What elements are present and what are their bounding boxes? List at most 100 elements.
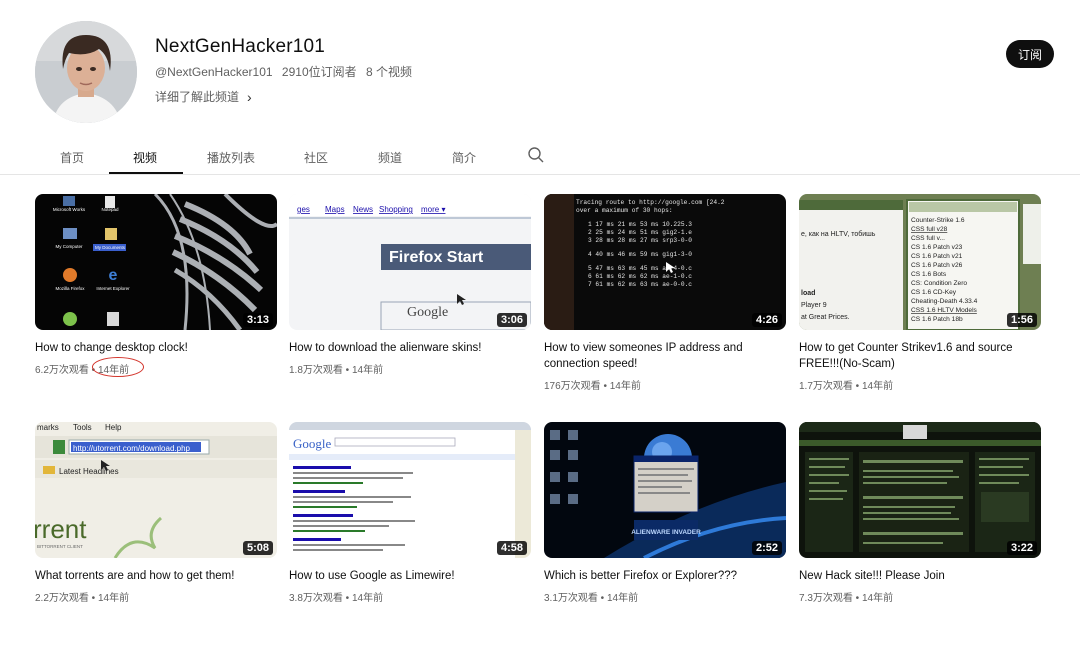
thumbnail-logo: Google	[293, 436, 332, 451]
thumbnail-text: e, как на HLTV, тобишь	[801, 230, 876, 238]
upload-age: 14年前	[609, 381, 641, 392]
upload-age-circled: 14年前	[91, 357, 145, 377]
desktop-icon-label: Notepad	[101, 207, 119, 212]
tab-playlists[interactable]: 播放列表	[207, 149, 255, 166]
browser-link: Maps	[325, 205, 345, 214]
channel-handle: @NextGenHacker101	[155, 65, 273, 79]
list-item: CSS full v28	[911, 226, 948, 233]
tab-home[interactable]: 首页	[60, 149, 84, 166]
video-thumbnail[interactable]: e, как на HLTV, тобишь load Player 9 at …	[799, 194, 1041, 330]
video-title[interactable]: What torrents are and how to get them!	[35, 568, 277, 584]
channel-header: NextGenHacker101 @NextGenHacker101 2910位…	[0, 0, 1080, 140]
view-count: 3.8万次观看	[289, 593, 343, 604]
video-duration: 4:58	[496, 541, 527, 555]
video-meta: 1.8万次观看 • 14年前	[289, 365, 384, 376]
upload-age: 14年前	[861, 593, 894, 604]
video-duration: 5:08	[242, 541, 273, 555]
browser-link: News	[353, 205, 373, 214]
video-title[interactable]: How to change desktop clock!	[35, 340, 277, 356]
view-count: 1.8万次观看	[289, 365, 343, 376]
view-count: 176万次观看	[544, 381, 601, 392]
toolbar-text: Latest Headlines	[59, 467, 119, 476]
list-item: CSS full v...	[911, 235, 945, 242]
thumbnail-logo: Google	[407, 305, 448, 320]
list-item: Cheating-Death 4.33.4	[911, 298, 978, 305]
about-label: 详细了解此频道	[155, 90, 240, 104]
tab-community[interactable]: 社区	[304, 149, 328, 166]
terminal-line: 4 40 ms 46 ms 59 ms gig1-3-0	[588, 251, 692, 258]
list-item: CSS 1.6 HLTV Models	[911, 307, 978, 314]
list-item: CS 1.6 Patch v26	[911, 262, 963, 269]
view-count: 3.1万次观看	[544, 593, 598, 604]
thumbnail-tagline: BITTORRENT CLIENT	[37, 544, 83, 549]
terminal-line: 1 17 ms 21 ms 53 ms 10.225.3	[588, 221, 692, 228]
browser-link: ges	[297, 205, 310, 214]
browser-link: more ▾	[421, 205, 445, 214]
list-item: Counter-Strike 1.6	[911, 217, 965, 224]
video-thumbnail[interactable]: Google 4:58	[289, 422, 531, 558]
view-count: 2.2万次观看	[35, 593, 89, 604]
video-meta: 6.2万次观看 • 14年前	[35, 357, 145, 377]
terminal-line: Tracing route to http://google.com [24.2	[576, 199, 725, 206]
video-thumbnail[interactable]: 3:22	[799, 422, 1041, 558]
terminal-line: 3 28 ms 28 ms 27 ms srp3-0-0	[588, 237, 692, 244]
video-meta: 7.3万次观看 • 14年前	[799, 593, 894, 604]
thumbnail-text: load	[801, 290, 815, 297]
tab-videos[interactable]: 视频	[133, 149, 157, 166]
video-count: 8 个视频	[365, 65, 412, 79]
terminal-line: over a maximum of 30 hops:	[576, 207, 673, 214]
video-duration: 3:13	[242, 313, 273, 327]
video-thumbnail[interactable]: marks Tools Help http://utorrent.com/dow…	[35, 422, 277, 558]
subscriber-count: 2910位订阅者	[281, 65, 357, 79]
video-thumbnail[interactable]: Tracing route to http://google.com [24.2…	[544, 194, 786, 330]
video-meta: 3.1万次观看 • 14年前	[544, 593, 639, 604]
tab-channels[interactable]: 频道	[378, 149, 402, 166]
address-bar-url: http://utorrent.com/download.php	[73, 444, 191, 453]
active-tab-indicator	[109, 172, 183, 174]
subscribe-button[interactable]: 订阅	[1006, 40, 1054, 68]
upload-age: 14年前	[97, 593, 130, 604]
upload-age: 14年前	[861, 381, 894, 392]
svg-text:e: e	[109, 267, 118, 284]
upload-age: 14年前	[351, 365, 384, 376]
menu-item: marks	[37, 423, 59, 432]
thumbnail-logo: rrent	[35, 514, 87, 544]
tab-about[interactable]: 简介	[452, 149, 476, 166]
video-thumbnail[interactable]: Microsoft Works Notepad My Computer My D…	[35, 194, 277, 330]
thumbnail-text: at Great Prices.	[801, 314, 850, 321]
list-item: CS: Condition Zero	[911, 280, 967, 287]
video-meta: 2.2万次观看 • 14年前	[35, 593, 130, 604]
terminal-line: 7 61 ms 62 ms 63 ms ae-0-0.c	[588, 281, 692, 288]
video-duration: 3:06	[496, 313, 527, 327]
terminal-line: 5 47 ms 63 ms 45 ms ae-4-0.c	[588, 265, 692, 272]
thumbnail-logo: ALIENWARE INVADER	[631, 529, 701, 536]
video-title[interactable]: How to get Counter Strikev1.6 and source…	[799, 340, 1041, 372]
channel-avatar[interactable]	[35, 21, 137, 123]
video-duration: 3:22	[1006, 541, 1037, 555]
video-title[interactable]: How to download the alienware skins!	[289, 340, 531, 356]
desktop-icon-label: My Computer	[55, 244, 83, 249]
menu-item: Tools	[73, 423, 92, 432]
thumbnail-heading: Firefox Start	[389, 249, 484, 266]
search-icon[interactable]	[527, 146, 545, 164]
video-meta: 176万次观看 • 14年前	[544, 381, 641, 392]
menu-item: Help	[105, 423, 122, 432]
video-thumbnail[interactable]: ges Maps News Shopping more ▾ Firefox St…	[289, 194, 531, 330]
desktop-icon-label: Mozilla Firefox	[55, 286, 85, 291]
channel-name: NextGenHacker101	[155, 36, 326, 57]
video-title[interactable]: How to view someones IP address and conn…	[544, 340, 786, 372]
list-item: CS 1.6 Patch 18b	[911, 316, 963, 323]
video-title[interactable]: Which is better Firefox or Explorer???	[544, 568, 786, 584]
video-duration: 1:56	[1006, 313, 1037, 327]
desktop-icon-label: Internet Explorer	[96, 286, 130, 291]
video-duration: 2:52	[751, 541, 782, 555]
channel-about-link[interactable]: 详细了解此频道 ›	[155, 88, 252, 105]
view-count: 7.3万次观看	[799, 593, 853, 604]
list-item: CS 1.6 Patch v21	[911, 253, 963, 260]
desktop-icon-label: My Documents	[95, 245, 126, 250]
video-thumbnail[interactable]: ALIENWARE INVADER 2:52	[544, 422, 786, 558]
channel-tabs: 首页 视频 播放列表 社区 频道 简介	[0, 140, 1080, 175]
video-duration: 4:26	[751, 313, 782, 327]
video-title[interactable]: How to use Google as Limewire!	[289, 568, 531, 584]
video-title[interactable]: New Hack site!!! Please Join	[799, 568, 1041, 584]
